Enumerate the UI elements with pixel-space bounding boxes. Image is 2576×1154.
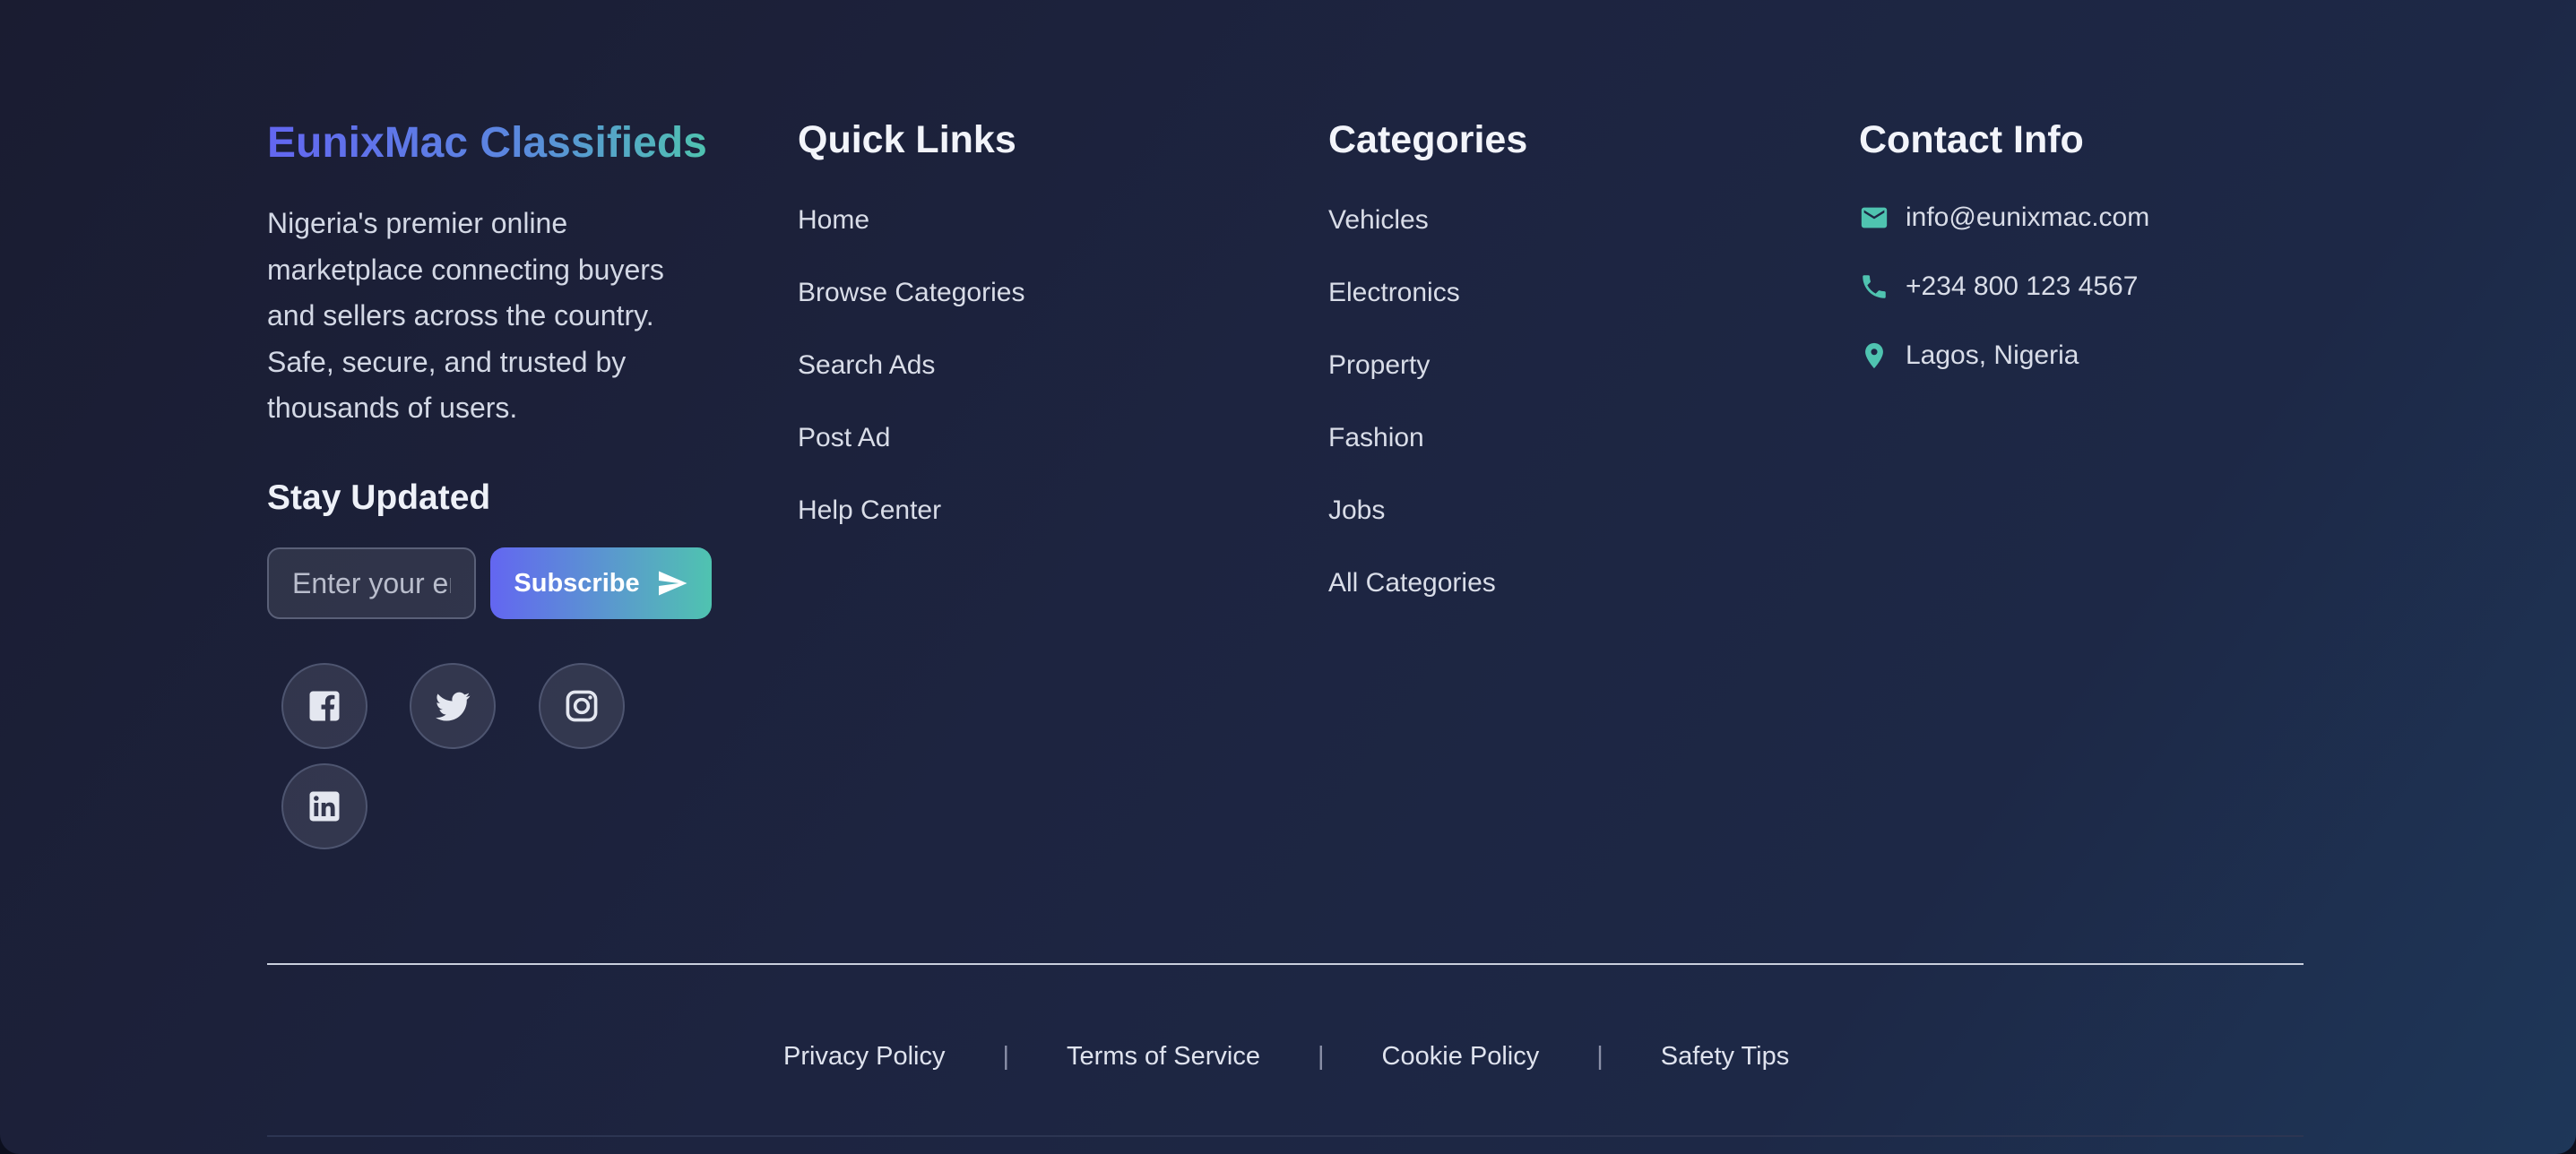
terms-of-service-link[interactable]: Terms of Service	[1067, 1042, 1260, 1072]
facebook-link[interactable]	[281, 663, 367, 749]
legal-links: Privacy Policy | Terms of Service | Cook…	[783, 1042, 1789, 1072]
instagram-link[interactable]	[539, 663, 625, 749]
cookie-policy-link[interactable]: Cookie Policy	[1382, 1042, 1540, 1072]
footer-link-browse-categories[interactable]: Browse Categories	[798, 278, 1024, 308]
category-link-vehicles[interactable]: Vehicles	[1328, 205, 1429, 236]
linkedin-icon	[305, 787, 344, 826]
footer-link-home[interactable]: Home	[798, 205, 869, 236]
quick-links-title: Quick Links	[798, 118, 1016, 161]
brand-description: Nigeria's premier online marketplace con…	[267, 207, 664, 424]
contact-phone-row: +234 800 123 4567	[1859, 271, 2138, 302]
contact-location-row: Lagos, Nigeria	[1859, 340, 2079, 371]
location-pin-icon	[1859, 340, 1889, 371]
brand-title[interactable]: EunixMac Classifieds	[267, 118, 707, 168]
footer-bottom-divider	[267, 1135, 2304, 1137]
email-icon	[1859, 202, 1889, 233]
footer-link-search-ads[interactable]: Search Ads	[798, 350, 935, 381]
contact-title: Contact Info	[1859, 118, 2084, 161]
twitter-link[interactable]	[410, 663, 496, 749]
category-link-fashion[interactable]: Fashion	[1328, 423, 1424, 453]
subscribe-button-label: Subscribe	[514, 568, 640, 598]
category-link-property[interactable]: Property	[1328, 350, 1430, 381]
categories-title: Categories	[1328, 118, 1528, 161]
newsletter-email-input[interactable]	[267, 547, 476, 619]
subscribe-button[interactable]: Subscribe	[490, 547, 712, 619]
contact-phone[interactable]: +234 800 123 4567	[1906, 271, 2138, 302]
phone-icon	[1859, 271, 1889, 302]
legal-separator: |	[1596, 1042, 1604, 1071]
site-footer: EunixMac Classifieds Nigeria's premier o…	[0, 0, 2576, 1154]
category-link-electronics[interactable]: Electronics	[1328, 278, 1460, 308]
facebook-icon	[305, 686, 344, 726]
contact-location: Lagos, Nigeria	[1906, 340, 2079, 370]
category-link-all-categories[interactable]: All Categories	[1328, 568, 1496, 599]
legal-separator: |	[1002, 1042, 1010, 1071]
twitter-icon	[433, 686, 472, 726]
newsletter-title: Stay Updated	[267, 478, 491, 517]
contact-email-row: info@eunixmac.com	[1859, 202, 2149, 233]
footer-divider	[267, 963, 2304, 965]
safety-tips-link[interactable]: Safety Tips	[1661, 1042, 1789, 1072]
contact-email[interactable]: info@eunixmac.com	[1906, 202, 2149, 233]
instagram-icon	[562, 686, 601, 726]
send-icon	[656, 567, 688, 599]
footer-link-post-ad[interactable]: Post Ad	[798, 423, 890, 453]
privacy-policy-link[interactable]: Privacy Policy	[783, 1042, 946, 1072]
linkedin-link[interactable]	[281, 763, 367, 849]
legal-separator: |	[1318, 1042, 1325, 1071]
footer-link-help-center[interactable]: Help Center	[798, 495, 941, 526]
category-link-jobs[interactable]: Jobs	[1328, 495, 1385, 526]
